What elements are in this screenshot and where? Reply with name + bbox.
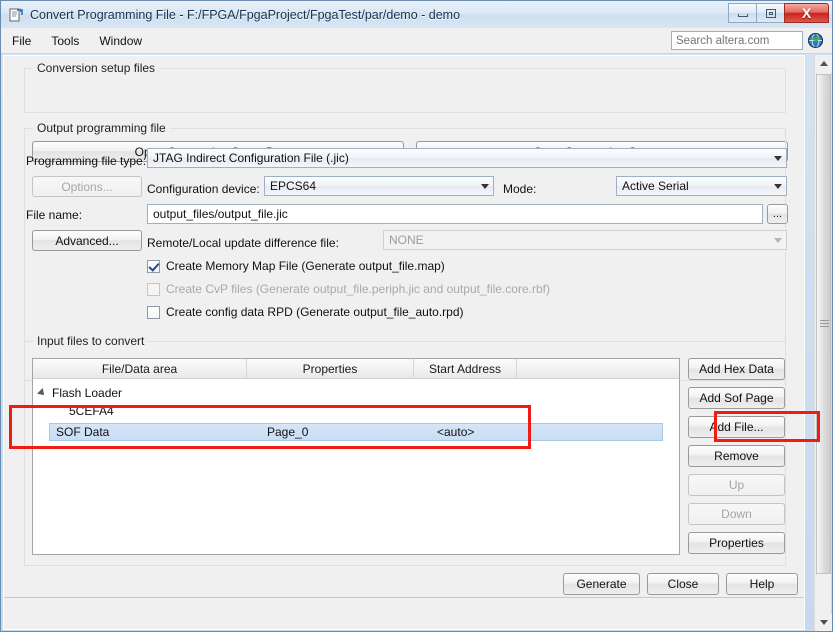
column-header-file-data-area[interactable]: File/Data area [33,359,247,378]
conversion-setup-files-group: Conversion setup files [24,61,786,113]
chevron-down-icon [774,184,782,189]
scrollbar-grip-icon [820,320,829,327]
minimize-button[interactable] [728,3,757,23]
remove-button[interactable]: Remove [688,445,785,467]
add-sof-page-button[interactable]: Add Sof Page [688,387,785,409]
mode-select[interactable]: Active Serial [616,176,787,196]
column-header-properties[interactable]: Properties [247,359,414,378]
table-header-row: File/Data area Properties Start Address [33,359,679,379]
programming-file-type-label: Programming file type: [26,154,147,168]
create-memory-map-file-label: Create Memory Map File (Generate output_… [166,259,445,273]
scroll-down-button[interactable] [815,614,832,631]
table-row-device[interactable]: 5CEFA4 [33,402,679,419]
close-dialog-button[interactable]: Close [647,573,719,595]
output-programming-file-title: Output programming file [33,121,170,135]
scroll-up-button[interactable] [815,55,832,72]
file-name-browse-button[interactable]: ... [767,204,788,224]
chevron-down-icon [819,620,828,625]
create-config-data-rpd-checkbox-row[interactable]: Create config data RPD (Generate output_… [147,305,464,319]
configuration-device-select[interactable]: EPCS64 [264,176,494,196]
column-header-start-address[interactable]: Start Address [414,359,517,378]
options-button[interactable]: Options... [32,176,142,197]
chevron-down-icon [774,156,782,161]
checkbox-icon-unchecked[interactable] [147,305,160,319]
input-files-to-convert-title: Input files to convert [33,334,149,348]
help-button[interactable]: Help [726,573,798,595]
file-name-input[interactable]: output_files/output_file.jic [147,204,763,224]
programming-file-type-value: JTAG Indirect Configuration File (.jic) [153,151,349,165]
create-config-data-rpd-label: Create config data RPD (Generate output_… [166,305,464,319]
scrollbar-thumb[interactable] [816,74,831,574]
menu-bar: File Tools Window [1,28,832,54]
create-cvp-files-checkbox-row: Create CvP files (Generate output_file.p… [147,282,550,296]
checkbox-icon-disabled [147,282,160,296]
minimize-icon [737,14,748,17]
configuration-device-value: EPCS64 [270,179,317,193]
generate-button[interactable]: Generate [563,573,640,595]
menu-item-window[interactable]: Window [90,31,151,51]
close-button[interactable]: X [784,3,829,23]
add-hex-data-button[interactable]: Add Hex Data [688,358,785,380]
file-name-value: output_files/output_file.jic [153,207,288,221]
device-label: 5CEFA4 [69,403,114,418]
programming-file-type-select[interactable]: JTAG Indirect Configuration File (.jic) [147,148,787,168]
up-button[interactable]: Up [688,474,785,496]
maximize-button[interactable] [756,3,785,23]
flash-loader-label: Flash Loader [52,385,123,400]
sof-data-properties-cell: Page_0 [267,425,309,439]
table-row-flash-loader[interactable]: Flash Loader [33,383,679,402]
menu-item-file[interactable]: File [3,31,40,51]
remote-local-update-label: Remote/Local update difference file: [147,236,339,250]
configuration-device-label: Configuration device: [147,182,260,196]
maximize-icon [765,8,776,18]
advanced-button[interactable]: Advanced... [32,230,142,251]
application-icon [8,7,24,23]
remote-local-update-value: NONE [389,233,424,247]
dialog-body: Conversion setup files Open Conversion S… [3,55,805,630]
add-file-button[interactable]: Add File... [688,416,785,438]
window-title: Convert Programming File - F:/FPGA/FpgaP… [30,7,461,22]
vertical-scrollbar[interactable] [814,55,832,631]
remote-local-update-select[interactable]: NONE [383,230,787,250]
window-controls: X [728,3,829,23]
menu-item-tools[interactable]: Tools [42,31,88,51]
title-bar: Convert Programming File - F:/FPGA/FpgaP… [1,1,832,28]
down-button[interactable]: Down [688,503,785,525]
search-input[interactable] [671,31,803,50]
mode-label: Mode: [503,182,537,196]
sof-data-start-address-cell: <auto> [437,425,475,439]
properties-button[interactable]: Properties [688,532,785,554]
create-memory-map-file-checkbox-row[interactable]: Create Memory Map File (Generate output_… [147,259,445,273]
column-header-spacer [517,359,679,378]
file-name-label: File name: [26,208,83,222]
footer-divider [4,597,804,598]
sof-data-name-cell: SOF Data [56,425,110,439]
chevron-down-icon [774,238,782,243]
chevron-down-icon [481,184,489,189]
convert-programming-file-window: Convert Programming File - F:/FPGA/FpgaP… [0,0,833,632]
conversion-setup-files-title: Conversion setup files [33,61,160,75]
input-files-table[interactable]: File/Data area Properties Start Address … [32,358,680,555]
triangle-expanded-icon[interactable] [37,387,47,398]
close-icon: X [801,5,812,21]
globe-icon[interactable] [807,32,824,49]
create-cvp-files-label: Create CvP files (Generate output_file.p… [166,282,550,296]
chevron-up-icon [819,61,828,66]
mode-value: Active Serial [622,179,689,193]
table-row-sof-data[interactable]: SOF Data Page_0 <auto> [49,423,663,441]
checkbox-icon-checked[interactable] [147,259,160,273]
search-area [671,31,824,50]
